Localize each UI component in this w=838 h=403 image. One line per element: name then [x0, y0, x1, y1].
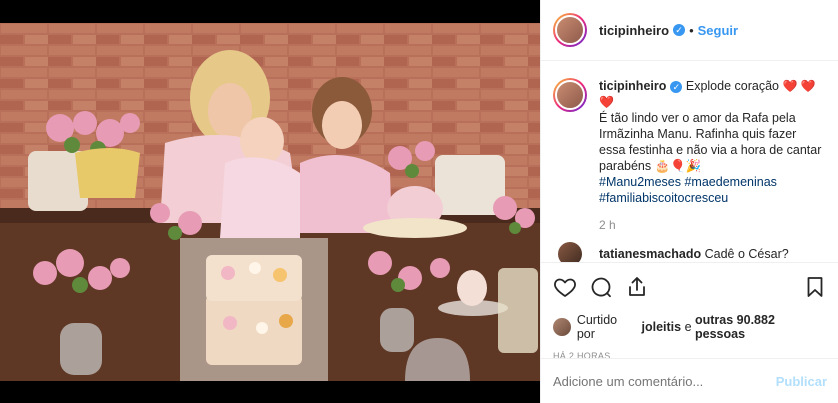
avatar[interactable]: [553, 13, 587, 47]
heart-icon[interactable]: [553, 275, 577, 299]
separator-dot: •: [689, 22, 694, 38]
publish-button[interactable]: Publicar: [776, 374, 827, 389]
caption-avatar[interactable]: [553, 78, 587, 112]
comment-body: Cadê o César?: [704, 247, 789, 261]
share-icon[interactable]: [625, 275, 649, 299]
bookmark-icon[interactable]: [803, 275, 827, 299]
post-actions: Curtido por joleitis e outras 90.882 pes…: [541, 262, 838, 361]
comments-list: ticipinheiro ✓ Explode coração ❤️ ❤️ ❤️ É…: [541, 62, 838, 262]
photo-illustration: [0, 23, 540, 381]
post-header: ticipinheiro ✓ • Seguir: [541, 0, 838, 61]
post-photo[interactable]: [0, 23, 540, 381]
follow-button[interactable]: Seguir: [698, 23, 738, 38]
comment-text: tatianesmachado Cadê o César?: [599, 247, 789, 261]
likes-connector: e: [684, 320, 692, 334]
caption-line-2: É tão lindo ver o amor da Rafa pela Irmã…: [599, 111, 822, 173]
caption: ticipinheiro ✓ Explode coração ❤️ ❤️ ❤️ É…: [553, 78, 827, 206]
post-modal: ticipinheiro ✓ • Seguir ticipinheiro ✓ Ex…: [0, 0, 838, 403]
caption-time[interactable]: 2 h: [599, 218, 827, 232]
comment-item: tatianesmachado Cadê o César?: [553, 242, 827, 262]
commenter-avatar[interactable]: [558, 242, 582, 262]
heart-emoji: ❤️: [599, 95, 614, 109]
verified-icon: ✓: [673, 24, 686, 36]
hashtag[interactable]: #familiabiscoitocresceu: [599, 191, 728, 205]
likes-others[interactable]: outras 90.882 pessoas: [695, 313, 827, 341]
hashtag[interactable]: #Manu2meses: [599, 175, 681, 189]
caption-username[interactable]: ticipinheiro: [599, 79, 666, 93]
header-username[interactable]: ticipinheiro: [599, 23, 669, 38]
likes-summary: Curtido por joleitis e outras 90.882 pes…: [553, 313, 827, 341]
verified-icon: ✓: [670, 80, 683, 93]
caption-line-1: Explode coração: [685, 79, 779, 93]
likes-prefix: Curtido por: [576, 313, 618, 341]
comment-icon[interactable]: [589, 275, 613, 299]
hashtag[interactable]: #maedemeninas: [684, 175, 776, 189]
post-side-panel: ticipinheiro ✓ • Seguir ticipinheiro ✓ Ex…: [540, 0, 838, 403]
liker-avatar[interactable]: [553, 318, 571, 336]
action-icons: [553, 273, 827, 301]
comment-input[interactable]: [553, 373, 776, 389]
heart-emoji: ❤️ ❤️: [782, 79, 816, 93]
caption-text: ticipinheiro ✓ Explode coração ❤️ ❤️ ❤️ É…: [599, 78, 823, 206]
liker-username[interactable]: joleitis: [641, 320, 681, 334]
party-emoji: 🎂🎈🎉: [654, 159, 702, 173]
commenter-username[interactable]: tatianesmachado: [599, 247, 701, 261]
add-comment-bar: Publicar: [541, 358, 838, 403]
